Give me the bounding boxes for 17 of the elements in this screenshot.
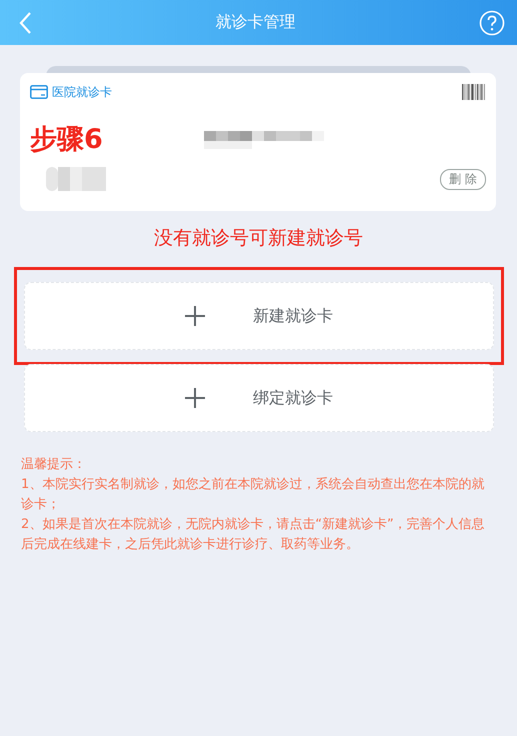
back-icon[interactable] — [18, 10, 32, 34]
step-annotation: 步骤6 — [30, 123, 104, 157]
barcode-icon[interactable] — [462, 84, 486, 100]
delete-button[interactable]: 删 除 — [440, 168, 486, 190]
add-card-button[interactable]: 新建就诊卡 — [24, 282, 494, 350]
plus-icon — [185, 306, 205, 326]
tip-text: 1、本院实行实名制就诊，如您之前在本院就诊过，系统会自动查出您在本院的就诊卡； — [21, 476, 486, 514]
note-annotation: 没有就诊号可新建就诊号 — [153, 226, 364, 251]
plus-icon — [185, 388, 205, 408]
tip-text: 2、如果是首次在本院就诊，无院内就诊卡，请点击“新建就诊卡”，完善个人信息后完成在线建卡，之后凭此就诊卡进行诊疗、取药等业务。 — [21, 516, 486, 554]
tips-title: 温馨提示： — [21, 456, 87, 474]
card-label: 医院就诊卡 — [52, 84, 112, 100]
help-icon[interactable] — [479, 10, 505, 36]
page-title: 就诊卡管理 — [216, 12, 296, 33]
card-icon — [30, 85, 48, 99]
blurred-area — [46, 167, 106, 191]
add-card-button[interactable]: 绑定就诊卡 — [24, 364, 494, 432]
